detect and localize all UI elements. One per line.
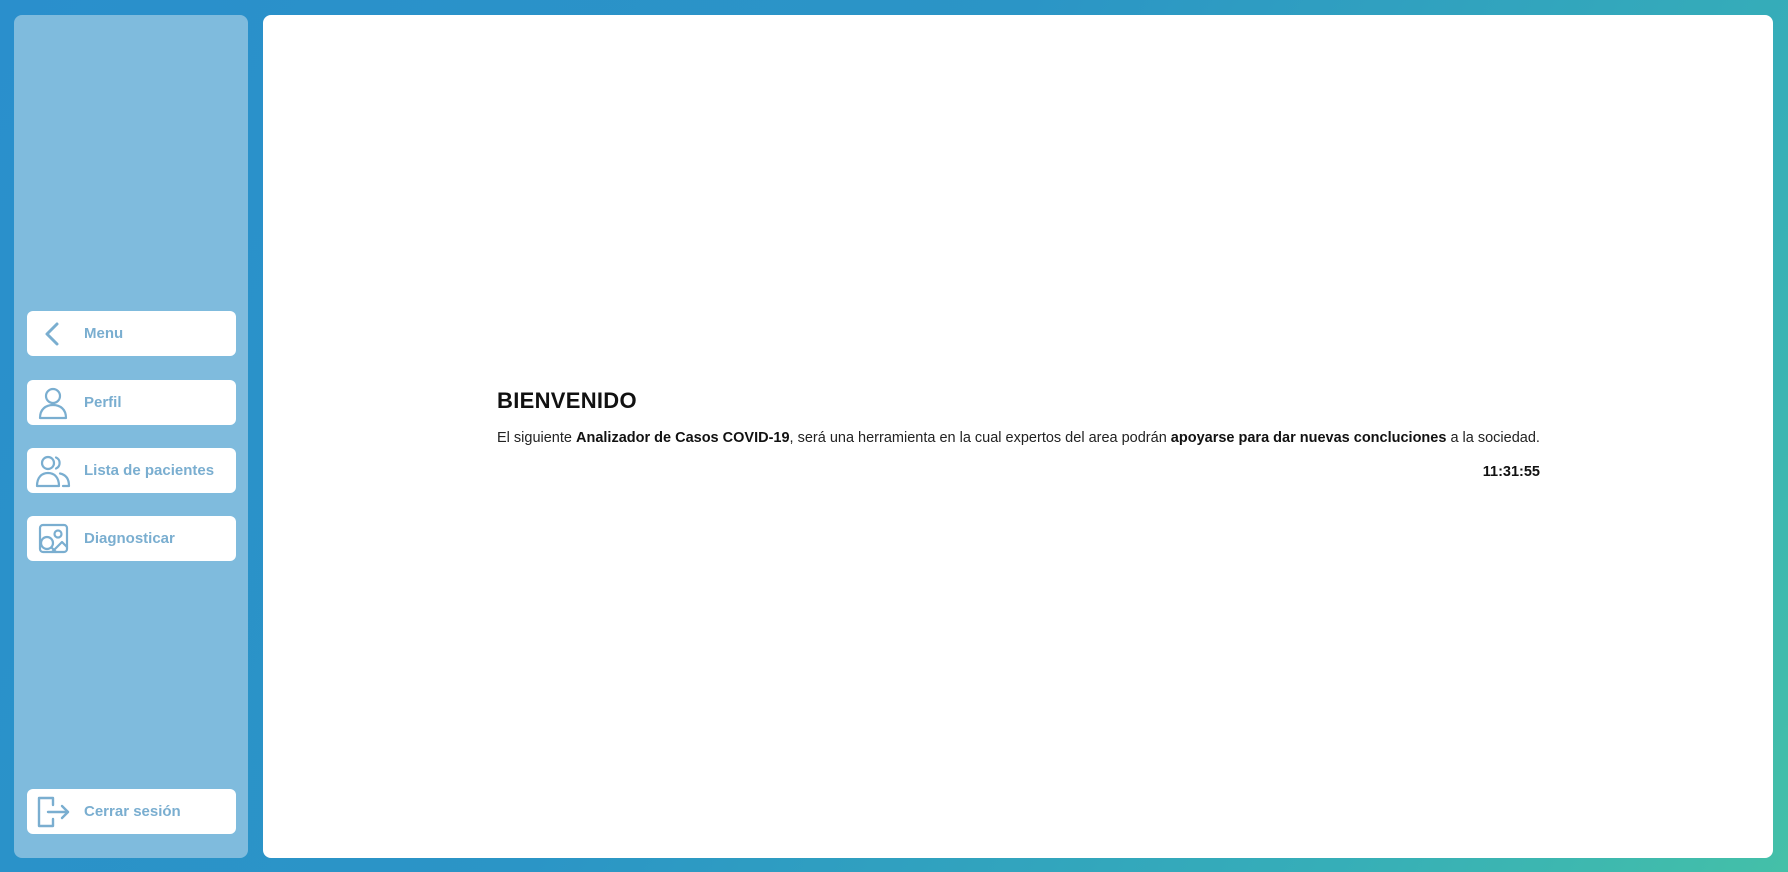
chevron-left-icon — [32, 311, 74, 356]
sidebar: Menu Perfil Lista de pacientes Diagnosti… — [14, 15, 248, 858]
sidebar-item-perfil[interactable]: Perfil — [27, 380, 236, 425]
logout-button[interactable]: Cerrar sesión — [27, 789, 236, 834]
sidebar-item-label: Lista de pacientes — [84, 462, 215, 479]
sidebar-item-diagnosticar[interactable]: Diagnosticar — [27, 516, 236, 561]
description-highlight: apoyarse para dar nuevas concluciones — [1170, 430, 1447, 446]
description-text: a la sociedad. — [1446, 430, 1540, 446]
clock: 11:31:55 — [1482, 464, 1540, 480]
welcome-description: El siguiente Analizador de Casos COVID-1… — [497, 430, 1540, 446]
sidebar-item-label: Diagnosticar — [84, 530, 175, 547]
description-text: El siguiente — [497, 430, 576, 446]
image-search-icon — [32, 516, 74, 561]
sidebar-item-label: Perfil — [84, 394, 122, 411]
welcome-section: BIENVENIDO El siguiente Analizador de Ca… — [497, 388, 1540, 480]
sidebar-item-menu[interactable]: Menu — [27, 311, 236, 356]
sidebar-item-lista-de-pacientes[interactable]: Lista de pacientes — [27, 448, 236, 493]
logout-label: Cerrar sesión — [84, 803, 181, 820]
user-icon — [32, 380, 74, 425]
main-panel: BIENVENIDO El siguiente Analizador de Ca… — [263, 15, 1773, 858]
logout-icon — [32, 789, 74, 834]
sidebar-item-label: Menu — [84, 325, 124, 342]
page-title: BIENVENIDO — [497, 388, 637, 413]
users-icon — [32, 448, 74, 493]
description-highlight: Analizador de Casos COVID-19 — [576, 430, 790, 446]
description-text: , será una herramienta en la cual expert… — [789, 430, 1171, 446]
